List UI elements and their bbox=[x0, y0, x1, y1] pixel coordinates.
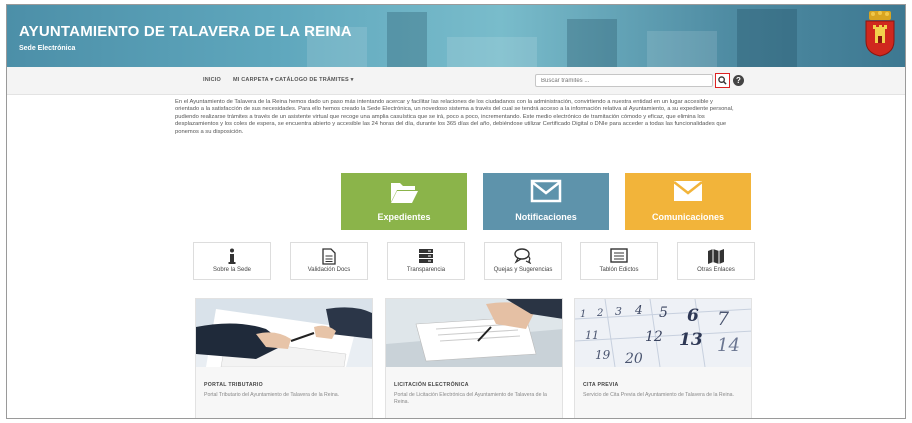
tile-otras-enlaces[interactable]: Otras Enlaces bbox=[677, 242, 755, 280]
tile-label: Quejas y Sugerencias bbox=[493, 267, 553, 273]
tile-label: Tablón Edictos bbox=[599, 267, 639, 273]
card-description: Portal Tributario del Ayuntamiento de Ta… bbox=[204, 392, 340, 398]
card-image bbox=[196, 299, 372, 367]
card-cita-previa[interactable]: 1 2 3 4 5 6 7 11 12 13 14 19 20 CITA PRE… bbox=[574, 298, 752, 418]
tile-transparencia[interactable]: Transparencia bbox=[387, 242, 465, 280]
tile-quejas-sugerencias[interactable]: Quejas y Sugerencias bbox=[484, 242, 562, 280]
card-description: Portal de Licitación Electrónica del Ayu… bbox=[394, 392, 547, 405]
calendar-number: 14 bbox=[717, 335, 740, 356]
document-icon bbox=[322, 248, 336, 265]
calendar-number: 1 bbox=[580, 309, 586, 320]
calendar-number: 19 bbox=[595, 348, 611, 362]
search-icon bbox=[718, 76, 727, 85]
tile-label: Otras Enlaces bbox=[697, 267, 735, 273]
help-button[interactable]: ? bbox=[733, 75, 744, 86]
site-subtitle: Sede Electrónica bbox=[19, 45, 76, 52]
banner-decoration bbox=[567, 19, 617, 67]
info-icon bbox=[228, 248, 236, 264]
banner-decoration bbox=[647, 31, 717, 67]
server-icon bbox=[419, 249, 433, 263]
calendar-number: 4 bbox=[634, 303, 643, 317]
tile-validacion-docs[interactable]: Validación Docs bbox=[290, 242, 368, 280]
nav-item-catalogo[interactable]: CATÁLOGO DE TRÁMITES ▾ bbox=[275, 77, 354, 83]
site-title[interactable]: AYUNTAMIENTO DE TALAVERA DE LA REINA bbox=[19, 23, 352, 40]
tile-label: Validación Docs bbox=[307, 267, 351, 273]
calendar-number: 20 bbox=[624, 351, 643, 367]
map-icon bbox=[708, 249, 724, 264]
folder-open-icon bbox=[391, 183, 418, 203]
envelope-icon bbox=[673, 181, 703, 201]
calendar-number: 12 bbox=[645, 329, 663, 345]
banner-decoration bbox=[447, 37, 537, 67]
list-box-icon bbox=[610, 248, 628, 263]
coat-of-arms-icon[interactable] bbox=[863, 11, 897, 57]
nav-item-mi-carpeta[interactable]: MI CARPETA ▾ bbox=[233, 77, 273, 83]
header-banner: AYUNTAMIENTO DE TALAVERA DE LA REINA Sed… bbox=[7, 5, 905, 67]
tile-notificaciones[interactable]: Notificaciones bbox=[483, 173, 609, 230]
envelope-icon bbox=[530, 179, 562, 203]
tile-sobre-la-sede[interactable]: Sobre la Sede bbox=[193, 242, 271, 280]
search-input[interactable] bbox=[535, 74, 713, 87]
tile-label: Sobre la Sede bbox=[212, 267, 252, 273]
card-title: LICITACIÓN ELECTRÓNICA bbox=[394, 382, 469, 388]
card-image bbox=[386, 299, 562, 367]
navbar: INICIO MI CARPETA ▾ CATÁLOGO DE TRÁMITES… bbox=[7, 67, 905, 95]
chat-icon bbox=[514, 248, 532, 264]
tile-tablon-edictos[interactable]: Tablón Edictos bbox=[580, 242, 658, 280]
banner-decoration bbox=[737, 9, 797, 67]
card-title: PORTAL TRIBUTARIO bbox=[204, 382, 263, 388]
intro-text: En el Ayuntamiento de Talavera de la Rei… bbox=[175, 99, 734, 135]
tile-label: Notificaciones bbox=[515, 212, 577, 222]
search-button[interactable] bbox=[715, 73, 730, 88]
card-title: CITA PREVIA bbox=[583, 382, 619, 388]
calendar-number: 5 bbox=[659, 305, 668, 321]
card-licitacion-electronica[interactable]: LICITACIÓN ELECTRÓNICA Portal de Licitac… bbox=[385, 298, 563, 418]
calendar-number: 2 bbox=[596, 308, 603, 319]
tile-label: Expedientes bbox=[377, 212, 431, 222]
calendar-number: 6 bbox=[687, 306, 699, 326]
card-image: 1 2 3 4 5 6 7 11 12 13 14 19 20 bbox=[575, 299, 751, 367]
browser-viewport: AYUNTAMIENTO DE TALAVERA DE LA REINA Sed… bbox=[6, 4, 906, 419]
tile-label: Comunicaciones bbox=[651, 212, 725, 222]
banner-decoration bbox=[387, 12, 427, 67]
nav-item-inicio[interactable]: INICIO bbox=[203, 77, 221, 83]
tile-comunicaciones[interactable]: Comunicaciones bbox=[625, 173, 751, 230]
calendar-number: 11 bbox=[585, 329, 599, 342]
card-description: Servicio de Cita Previa del Ayuntamiento… bbox=[583, 392, 734, 398]
tile-expedientes[interactable]: Expedientes bbox=[341, 173, 467, 230]
calendar-number: 3 bbox=[615, 305, 622, 318]
calendar-number: 13 bbox=[679, 330, 703, 350]
calendar-number: 7 bbox=[717, 308, 730, 330]
tile-label: Transparencia bbox=[406, 267, 446, 273]
card-portal-tributario[interactable]: PORTAL TRIBUTARIO Portal Tributario del … bbox=[195, 298, 373, 418]
